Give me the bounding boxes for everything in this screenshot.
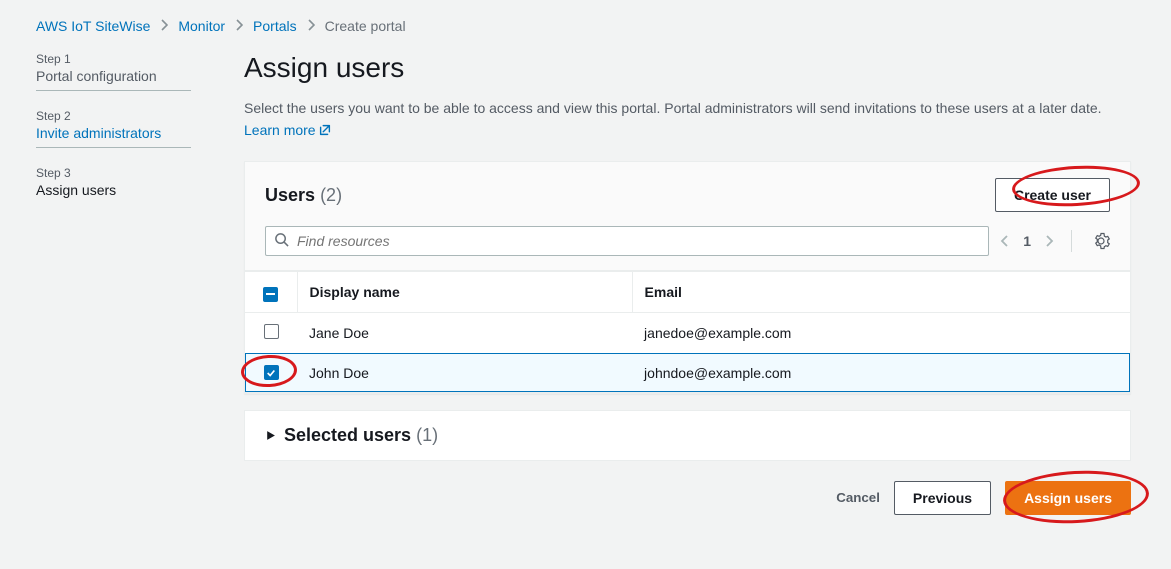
external-link-icon <box>318 122 332 144</box>
step-num: Step 2 <box>36 109 240 123</box>
breadcrumb-sep <box>160 18 168 34</box>
step-title: Assign users <box>36 180 240 198</box>
page-title: Assign users <box>244 52 1131 84</box>
selected-users-panel[interactable]: Selected users (1) <box>244 410 1131 461</box>
divider <box>1071 230 1072 252</box>
cancel-button[interactable]: Cancel <box>836 490 880 505</box>
breadcrumb-monitor[interactable]: Monitor <box>178 18 225 34</box>
breadcrumb-sep <box>235 18 243 34</box>
search-input[interactable] <box>297 233 980 249</box>
wizard-footer: Cancel Previous Assign users <box>244 481 1131 515</box>
settings-gear-icon[interactable] <box>1092 232 1110 250</box>
page-prev-icon[interactable] <box>997 233 1013 249</box>
page-next-icon[interactable] <box>1041 233 1057 249</box>
assign-users-button[interactable]: Assign users <box>1005 481 1131 515</box>
step-title: Invite administrators <box>36 123 240 141</box>
step-3[interactable]: Step 3 Assign users <box>36 166 240 198</box>
page-number: 1 <box>1023 233 1031 249</box>
users-table: Display name Email Jane Doe janedoe@exam… <box>245 271 1130 392</box>
breadcrumb: AWS IoT SiteWise Monitor Portals Create … <box>0 0 1171 52</box>
breadcrumb-root[interactable]: AWS IoT SiteWise <box>36 18 150 34</box>
table-row[interactable]: Jane Doe janedoe@example.com <box>245 312 1130 353</box>
row-checkbox[interactable] <box>264 365 279 380</box>
create-user-button[interactable]: Create user <box>995 178 1110 212</box>
wizard-step-nav: Step 1 Portal configuration Step 2 Invit… <box>0 52 240 515</box>
page-description: Select the users you want to be able to … <box>244 98 1124 143</box>
col-email[interactable]: Email <box>632 272 1130 312</box>
select-all-checkbox[interactable] <box>263 287 278 302</box>
learn-more-link[interactable]: Learn more <box>244 122 332 138</box>
cell-display-name: Jane Doe <box>297 312 632 353</box>
step-title: Portal configuration <box>36 66 240 84</box>
previous-button[interactable]: Previous <box>894 481 991 515</box>
pagination: 1 <box>997 230 1110 252</box>
search-input-wrapper[interactable] <box>265 226 989 256</box>
cell-display-name: John Doe <box>297 353 632 392</box>
step-num: Step 3 <box>36 166 240 180</box>
table-row[interactable]: John Doe johndoe@example.com <box>245 353 1130 392</box>
step-num: Step 1 <box>36 52 240 66</box>
breadcrumb-portals[interactable]: Portals <box>253 18 297 34</box>
row-checkbox[interactable] <box>264 324 279 339</box>
cell-email: johndoe@example.com <box>632 353 1130 392</box>
step-2[interactable]: Step 2 Invite administrators <box>36 109 240 148</box>
breadcrumb-current: Create portal <box>325 18 406 34</box>
expand-triangle-icon <box>265 425 276 446</box>
breadcrumb-sep <box>307 18 315 34</box>
search-icon <box>274 232 289 250</box>
users-panel-title: Users (2) <box>265 185 342 206</box>
cell-email: janedoe@example.com <box>632 312 1130 353</box>
col-display-name[interactable]: Display name <box>297 272 632 312</box>
step-1[interactable]: Step 1 Portal configuration <box>36 52 240 91</box>
users-panel: Users (2) Create user <box>244 161 1131 393</box>
